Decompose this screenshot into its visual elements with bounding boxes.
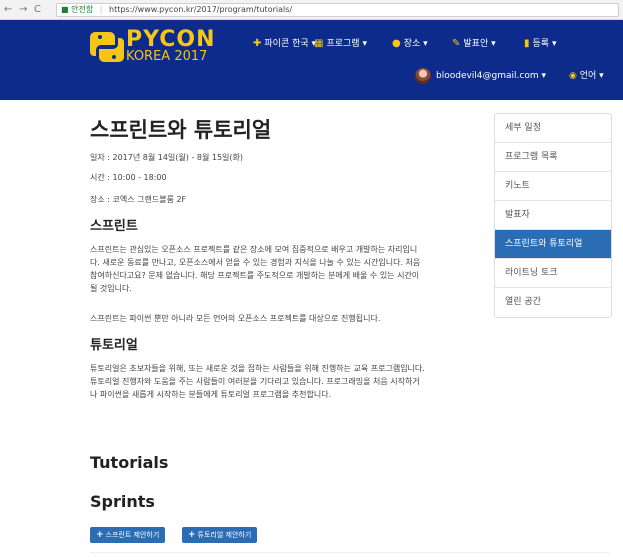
pycon-logo[interactable]: PYCON KOREA 2017 [90,28,230,70]
menu-label: 발표안 [463,39,489,49]
user-email: bloodevil4@gmail.com [436,71,539,81]
sprints-section-title: Sprints [90,492,155,511]
plus-icon: + [96,530,104,540]
menu-item-proposal[interactable]: ✎ 발표안 ▾ [452,38,496,50]
logo-subtitle: KOREA 2017 [126,49,208,64]
button-label: 튜토리얼 제안하기 [197,531,252,539]
address-bar[interactable]: ■ 안전함 | https://www.pycon.kr/2017/progra… [56,3,619,17]
divider [90,552,610,553]
program-sidebar: 세부 일정 프로그램 목록 키노트 발표자 스프린트와 튜토리얼 라이트닝 토크… [494,113,612,318]
menu-label: 장소 [403,39,421,49]
event-time: 시간 : 10:00 - 18:00 [90,173,167,182]
propose-tutorial-button[interactable]: + 튜토리얼 제안하기 [182,527,258,543]
plus-icon: + [188,530,196,540]
sprint-description-line: 스프린트는 관심있는 오픈소스 프로젝트를 같은 장소에 모여 집중적으로 배우… [90,245,418,254]
language-label: 언어 [579,71,597,81]
sidebar-item-keynote[interactable]: 키노트 [495,172,611,201]
event-date: 일자 : 2017년 8월 14일(월) - 8월 15일(화) [90,153,244,162]
tutorial-description-line: 튜토리얼은 초보자들을 위해, 또는 새로운 것을 접하는 사람들을 위해 진행… [90,364,425,373]
reload-icon[interactable]: C [34,4,41,16]
sidebar-item-sprints-tutorials[interactable]: 스프린트와 튜토리얼 [495,230,611,259]
menu-label: 프로그램 [326,39,360,49]
lock-icon: ■ [61,5,69,14]
menu-item-registration[interactable]: ▮ 등록 ▾ [524,38,556,50]
menu-item-venue[interactable]: ● 장소 ▾ [392,38,428,50]
event-place: 장소 : 코엑스 그랜드볼룸 2F [90,195,187,204]
menu-label: 파이콘 한국 [264,39,309,49]
tutorial-description-line: 튜토리얼 진행자와 도움을 주는 사람들이 여러분을 기다리고 있습니다. 프로… [90,377,420,386]
sprint-description-line: 될 것입니다. [90,284,132,293]
menu-item-program[interactable]: ▦ 프로그램 ▾ [314,38,367,50]
sprint-description-line: 다. 새로운 동료를 만나고, 오픈소스에서 얻을 수 있는 경험과 지식을 나… [90,258,421,267]
sidebar-item-schedule[interactable]: 세부 일정 [495,114,611,143]
menu-label: 등록 [532,39,550,49]
sprint-description-line: 참여하신다고요? 문제 없습니다. 해당 프로젝트를 주도적으로 개발하는 분에… [90,271,420,280]
user-menu[interactable]: bloodevil4@gmail.com ▾ [436,69,546,83]
site-header: PYCON KOREA 2017 ✚ 파이콘 한국 ▾ ▦ 프로그램 ▾ ● 장소 ▾… [0,20,623,100]
language-menu[interactable]: ◉ 언어 ▾ [569,69,604,83]
button-label: 스프린트 제안하기 [105,531,160,539]
globe-icon: ◉ [569,71,577,81]
browser-toolbar: ← → C ■ 안전함 | https://www.pycon.kr/2017/… [0,0,623,20]
tutorial-description-line: 나 파이썬을 새롭게 시작하는 분들에게 튜토리얼 프로그램을 추천합니다. [90,390,332,399]
back-icon[interactable]: ← [4,4,12,16]
sprint-heading: 스프린트 [90,219,138,234]
ticket-icon: ▮ [524,38,530,49]
sidebar-item-lightning-talks[interactable]: 라이트닝 토크 [495,259,611,288]
tutorial-heading: 튜토리얼 [90,338,138,353]
calendar-icon: ▦ [314,38,324,49]
map-marker-icon: ● [392,38,401,49]
sidebar-item-speakers[interactable]: 발표자 [495,201,611,230]
avatar [415,68,431,84]
sidebar-item-program-list[interactable]: 프로그램 목록 [495,143,611,172]
tutorial-description: 튜토리얼은 초보자들을 위해, 또는 새로운 것을 접하는 사람들을 위해 진행… [90,362,480,401]
secure-label: 안전함 [71,5,94,14]
forward-icon[interactable]: → [19,4,27,16]
page-title: 스프린트와 튜토리얼 [90,118,272,142]
propose-sprint-button[interactable]: + 스프린트 제안하기 [90,527,166,543]
menu-item-pycon-korea[interactable]: ✚ 파이콘 한국 ▾ [253,38,316,50]
python-logo-icon [90,32,124,62]
tutorials-section-title: Tutorials [90,453,169,472]
address-separator: | [99,5,103,14]
sidebar-item-open-spaces[interactable]: 열린 공간 [495,288,611,317]
sprint-description: 스프린트는 관심있는 오픈소스 프로젝트를 같은 장소에 모여 집중적으로 배우… [90,243,480,295]
sprint-note: 스프린트는 파이썬 뿐만 아니라 모든 언어의 오픈소스 프로젝트를 대상으로 … [90,314,381,323]
url-text[interactable]: https://www.pycon.kr/2017/program/tutori… [109,5,292,14]
edit-icon: ✎ [452,38,461,49]
plus-icon: ✚ [253,38,262,49]
